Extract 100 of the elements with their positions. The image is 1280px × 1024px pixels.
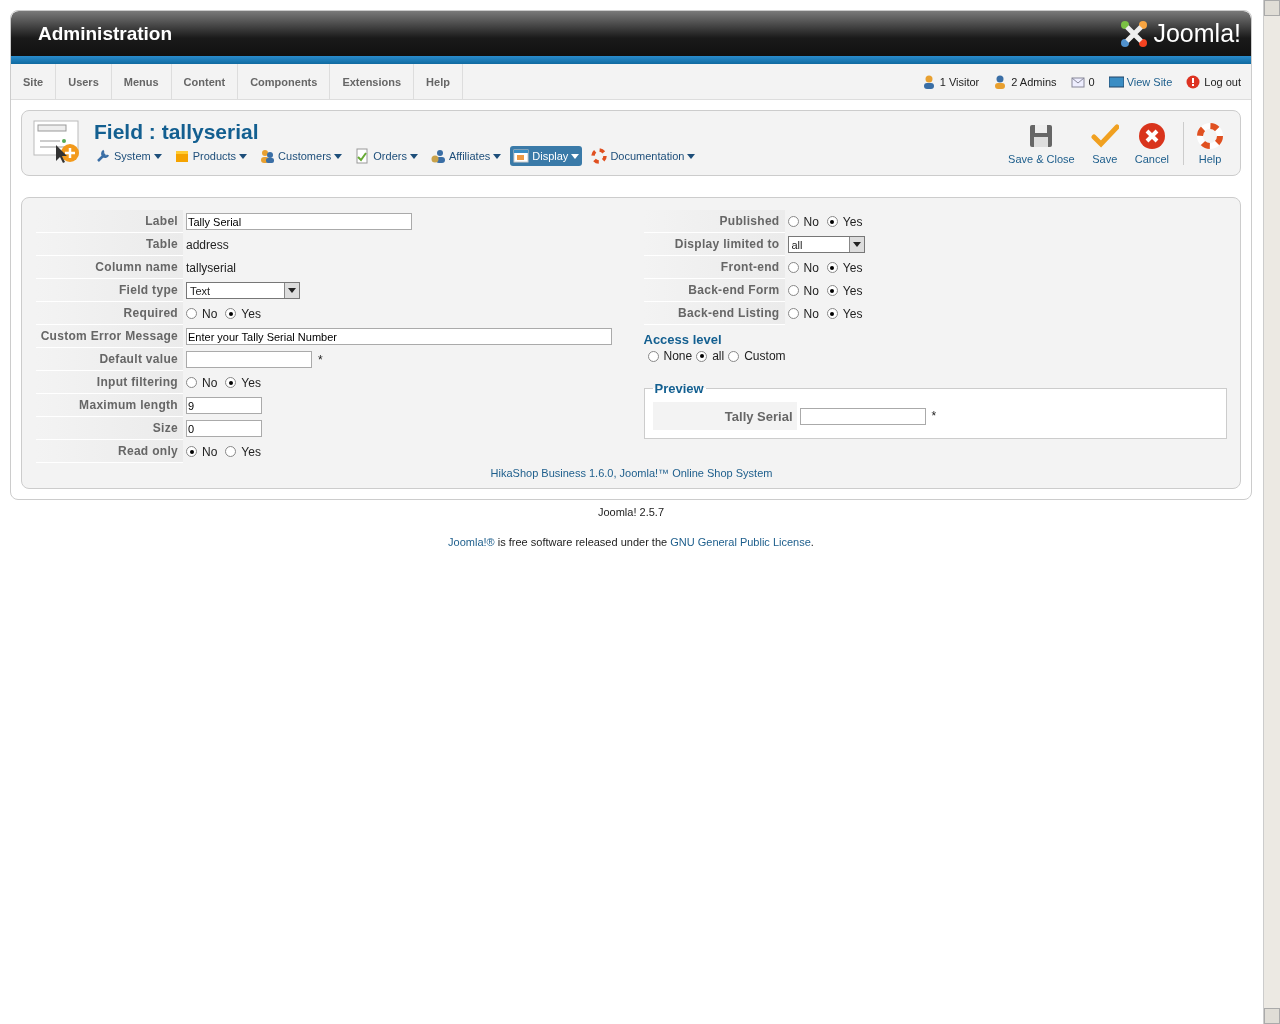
license-text: Joomla!® is free software released under the GNU General Public License. xyxy=(447,536,815,548)
field-label: Maximum length xyxy=(36,394,183,417)
select-field[interactable]: Text xyxy=(186,282,300,299)
submenu-item[interactable]: Affiliates xyxy=(426,146,505,166)
menu-item[interactable]: Help xyxy=(414,64,463,99)
header-title: Administration xyxy=(38,22,173,45)
checkmark-icon xyxy=(1090,121,1119,150)
lifebuoy-icon xyxy=(1196,121,1224,150)
required-mark: * xyxy=(318,352,323,367)
input-field[interactable] xyxy=(186,351,312,368)
caret-icon xyxy=(239,153,248,159)
radio-button[interactable] xyxy=(225,308,237,319)
field-label: Custom Error Message xyxy=(36,325,183,348)
field-value: address xyxy=(186,237,229,252)
caret-icon xyxy=(288,288,296,293)
caret-icon xyxy=(409,153,418,159)
page-title: Field : tallyserial xyxy=(94,120,260,144)
radio-button[interactable] xyxy=(826,285,838,296)
radio-label: all xyxy=(712,349,725,363)
field-label: Table xyxy=(36,233,183,256)
radio-label: No xyxy=(202,444,218,459)
menu-item[interactable]: Users xyxy=(56,64,112,99)
caret-icon xyxy=(687,153,696,159)
help-button[interactable]: Help xyxy=(1183,121,1232,165)
caret-icon xyxy=(334,153,343,159)
radio-label: No xyxy=(803,306,819,321)
radio-button[interactable] xyxy=(225,446,237,457)
credits-link[interactable]: HikaShop Business 1.6.0, Joomla!™ Online Shop System xyxy=(490,467,773,479)
radio-label: Yes xyxy=(842,214,863,229)
submenu-item[interactable]: Customers xyxy=(256,146,346,166)
radio-button[interactable] xyxy=(728,350,740,362)
submenu-item[interactable]: Documentation xyxy=(588,146,699,166)
joomla-link[interactable]: Joomla!® xyxy=(448,536,495,548)
radio-label: Yes xyxy=(842,306,863,321)
field-label: Back-end Form xyxy=(643,279,785,302)
alert-icon xyxy=(1186,73,1202,90)
menu-item[interactable]: Site xyxy=(11,64,57,99)
input-field[interactable]: Tally Serial xyxy=(186,213,412,230)
radio-label: No xyxy=(803,283,819,298)
menu-item[interactable]: Menus xyxy=(111,64,172,99)
radio-button[interactable] xyxy=(826,216,838,227)
menu-item[interactable]: Extensions xyxy=(330,64,415,99)
radio-button[interactable] xyxy=(787,285,799,296)
cancel-button[interactable]: Cancel xyxy=(1126,121,1177,165)
select-field[interactable]: all xyxy=(787,236,865,253)
input-field[interactable]: 0 xyxy=(186,420,262,437)
radio-label: No xyxy=(803,260,819,275)
radio-label: Yes xyxy=(241,375,261,390)
radio-label: No xyxy=(202,306,218,321)
radio-button[interactable] xyxy=(787,216,799,227)
field-label: Field type xyxy=(36,279,183,302)
radio-button[interactable] xyxy=(787,262,799,273)
field-label: Back-end Listing xyxy=(643,302,785,325)
field-label: Size xyxy=(36,417,183,440)
caret-icon xyxy=(852,242,861,247)
close-icon xyxy=(1137,121,1166,150)
input-field[interactable]: Enter your Tally Serial Number xyxy=(186,328,612,345)
radio-label: Yes xyxy=(842,283,863,298)
field-label: Read only xyxy=(36,440,183,463)
save-button[interactable]: Save xyxy=(1082,121,1127,165)
radio-button[interactable] xyxy=(787,308,799,319)
submenu-item[interactable]: Products xyxy=(170,146,251,166)
field-label: Input filtering xyxy=(36,371,183,394)
radio-button[interactable] xyxy=(186,308,197,319)
field-label: Column name xyxy=(36,256,183,279)
section-heading: Access level xyxy=(643,332,723,347)
caret-icon xyxy=(493,153,502,159)
submenu-item[interactable]: System xyxy=(92,146,165,166)
radio-label: No xyxy=(803,214,819,229)
radio-label: None xyxy=(663,349,693,363)
radio-button[interactable] xyxy=(186,446,197,457)
status-label: 0 xyxy=(1088,75,1095,88)
input-field[interactable] xyxy=(799,407,926,425)
radio-button[interactable] xyxy=(186,377,197,388)
license-link[interactable]: GNU General Public License xyxy=(670,536,811,548)
status-label[interactable]: View Site xyxy=(1126,75,1173,88)
monitor-icon xyxy=(1108,73,1124,90)
input-field[interactable]: 9 xyxy=(186,397,262,414)
field-label: Front-end xyxy=(643,256,785,279)
save-close-button[interactable]: Save & Close xyxy=(1000,121,1083,165)
radio-label: Yes xyxy=(241,444,261,459)
required-mark: * xyxy=(931,409,937,423)
radio-button[interactable] xyxy=(826,308,838,319)
radio-button[interactable] xyxy=(696,350,708,362)
radio-button[interactable] xyxy=(225,377,237,388)
submenu-item[interactable]: Orders xyxy=(351,146,421,166)
logo-text: Joomla! xyxy=(1153,19,1241,48)
radio-button[interactable] xyxy=(647,350,659,362)
caret-icon xyxy=(571,153,580,159)
menu-item[interactable]: Components xyxy=(238,64,331,99)
status-label[interactable]: Log out xyxy=(1204,75,1241,88)
scrollbar[interactable] xyxy=(1263,0,1280,1024)
radio-button[interactable] xyxy=(826,262,838,273)
version-text: Joomla! 2.5.7 xyxy=(596,506,665,518)
field-value: tallyserial xyxy=(186,260,236,275)
menu-item[interactable]: Content xyxy=(171,64,239,99)
field-label: Required xyxy=(36,302,183,325)
logo-icon xyxy=(1119,18,1150,49)
submenu-item[interactable]: Display xyxy=(510,146,583,166)
field-label: Tally Serial xyxy=(652,402,797,430)
